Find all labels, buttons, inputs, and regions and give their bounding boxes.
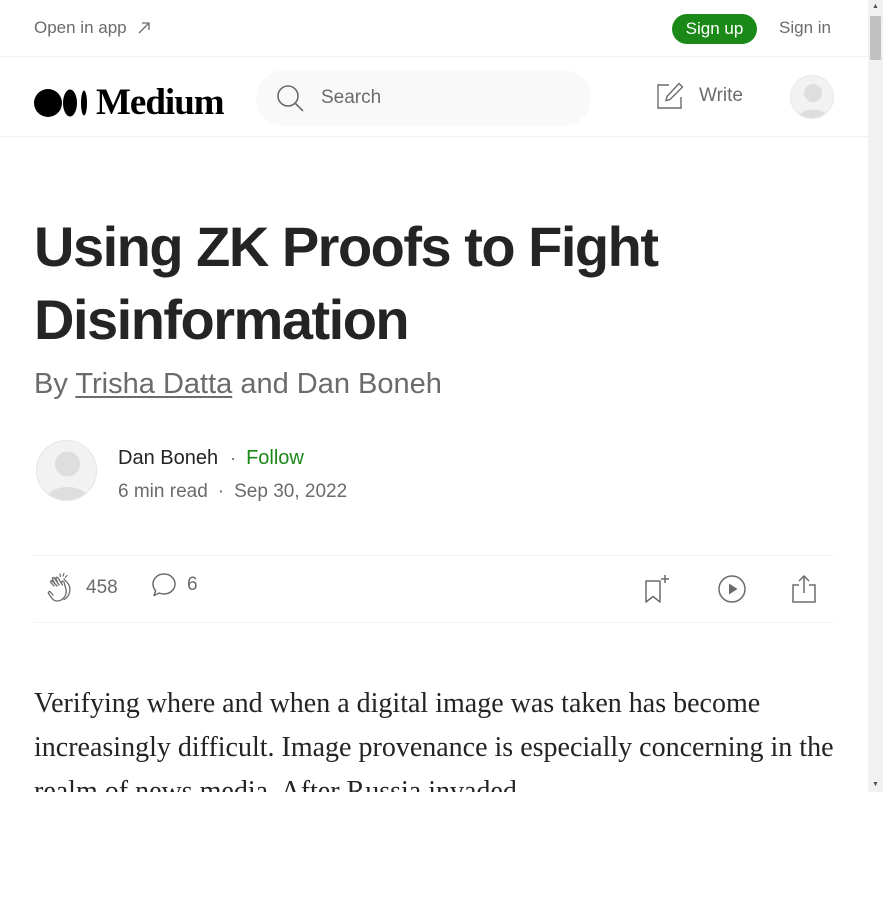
search-input[interactable] bbox=[321, 70, 571, 126]
separator-dot: · bbox=[230, 448, 237, 468]
sign-up-button[interactable]: Sign up bbox=[672, 14, 757, 44]
open-in-app-label: Open in app bbox=[34, 18, 127, 37]
author-line: Dan Boneh · Follow bbox=[118, 447, 304, 470]
article-title: Using ZK Proofs to Fight Disinformation bbox=[34, 215, 659, 351]
scroll-down-arrow-icon[interactable]: ▼ bbox=[868, 778, 883, 792]
write-label: Write bbox=[699, 85, 743, 106]
sign-in-link[interactable]: Sign in bbox=[779, 18, 831, 38]
byline-author-link[interactable]: Trisha Datta bbox=[75, 368, 232, 400]
avatar-placeholder-icon bbox=[791, 76, 833, 118]
article-body-paragraph: Verifying where and when a digital image… bbox=[34, 688, 834, 792]
medium-logo-icon bbox=[34, 88, 87, 117]
medium-wordmark: Medium bbox=[96, 82, 225, 123]
search-icon bbox=[277, 85, 304, 112]
byline-coauthor: and Dan Boneh bbox=[240, 368, 442, 400]
search-bar[interactable] bbox=[256, 70, 591, 126]
play-icon[interactable] bbox=[716, 573, 748, 605]
author-avatar[interactable] bbox=[36, 440, 97, 501]
site-header: Medium Write bbox=[0, 57, 868, 137]
publish-date: Sep 30, 2022 bbox=[234, 481, 348, 502]
author-name[interactable]: Dan Boneh bbox=[118, 447, 218, 470]
browser-viewport: Open in app Sign up Sign in Medium Searc… bbox=[0, 0, 883, 792]
top-banner: Open in app Sign up Sign in bbox=[0, 0, 868, 57]
open-in-app-link[interactable]: Open in app bbox=[34, 18, 151, 38]
article-meta: 6 min read · Sep 30, 2022 bbox=[118, 481, 347, 503]
arrow-up-right-icon bbox=[138, 22, 150, 34]
page-content: Open in app Sign up Sign in Medium Searc… bbox=[0, 0, 868, 792]
comments-button[interactable]: 6 bbox=[151, 572, 198, 598]
article-byline: By Trisha Datta and Dan Boneh bbox=[34, 368, 442, 401]
read-time: 6 min read bbox=[118, 481, 208, 502]
clap-count: 458 bbox=[86, 577, 118, 598]
scroll-up-arrow-icon[interactable]: ▲ bbox=[868, 0, 883, 14]
medium-logo[interactable]: Medium bbox=[34, 81, 225, 124]
bookmark-add-icon[interactable] bbox=[643, 573, 673, 605]
vertical-scrollbar[interactable]: ▲ ▼ bbox=[868, 0, 883, 792]
write-icon bbox=[657, 82, 684, 109]
write-button[interactable]: Write bbox=[655, 81, 743, 111]
byline-prefix: By bbox=[34, 368, 68, 400]
comment-count: 6 bbox=[187, 574, 198, 595]
clap-icon bbox=[47, 572, 71, 602]
scrollbar-thumb[interactable] bbox=[870, 16, 881, 60]
clap-button[interactable]: 458 bbox=[46, 572, 118, 604]
user-avatar-button[interactable] bbox=[790, 75, 834, 119]
avatar-placeholder-icon bbox=[37, 441, 96, 500]
share-icon[interactable] bbox=[789, 573, 819, 605]
separator-dot: · bbox=[217, 481, 225, 502]
comment-icon bbox=[152, 573, 176, 597]
follow-button[interactable]: Follow bbox=[246, 447, 304, 470]
article-action-bar: 458 6 bbox=[34, 555, 834, 623]
